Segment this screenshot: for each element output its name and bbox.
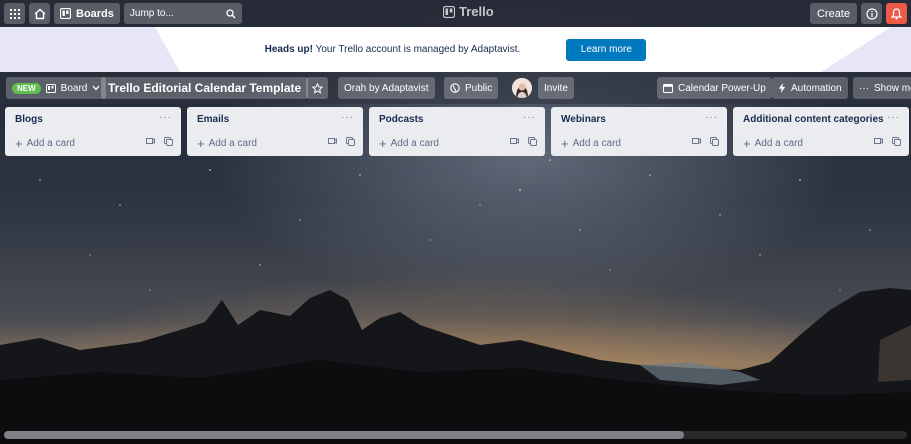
card-template-icon[interactable] [510, 137, 519, 145]
calendar-power-up-label: Calendar Power-Up [678, 82, 766, 94]
show-menu-button[interactable]: ··· Show me [853, 77, 911, 99]
more-dots-icon: ··· [859, 82, 869, 94]
card-template-icon[interactable] [328, 137, 337, 145]
list-title[interactable]: Webinars [561, 114, 606, 125]
workspace-label: Orah by Adaptavist [344, 82, 429, 94]
list-title[interactable]: Blogs [15, 114, 43, 125]
apps-grid-button[interactable] [4, 3, 25, 24]
board-view-icon [45, 83, 56, 93]
create-from-template-icon[interactable] [164, 137, 173, 146]
plus-icon: + [15, 135, 23, 151]
star-board-button[interactable] [306, 77, 328, 99]
horizontal-scrollbar-thumb[interactable] [4, 431, 684, 439]
automation-label: Automation [791, 82, 842, 94]
list-menu-icon[interactable]: ··· [887, 112, 900, 123]
banner-message: Heads up! Your Trello account is managed… [265, 44, 521, 55]
list-blogs[interactable]: Blogs ··· + Add a card [5, 107, 181, 156]
member-avatar[interactable] [512, 78, 532, 98]
create-from-template-icon[interactable] [346, 137, 355, 146]
invite-label: Invite [544, 82, 568, 94]
trello-logo[interactable]: Trello [443, 4, 494, 19]
list-title[interactable]: Emails [197, 114, 229, 125]
lightning-icon [778, 83, 786, 93]
plus-icon: + [379, 135, 387, 151]
board-view-label: Board [60, 82, 88, 94]
add-card-label: Add a card [754, 137, 803, 149]
board-title[interactable]: Trello Editorial Calendar Template [101, 77, 309, 99]
jump-to-placeholder: Jump to... [129, 8, 174, 19]
card-template-icon[interactable] [874, 137, 883, 145]
new-badge: NEW [12, 82, 41, 94]
add-card-button[interactable]: + Add a card [11, 135, 79, 151]
list-additional-content-categories[interactable]: Additional content categories ··· + Add … [733, 107, 909, 156]
add-card-label: Add a card [572, 137, 621, 149]
list-menu-icon[interactable]: ··· [523, 112, 536, 123]
list-emails[interactable]: Emails ··· + Add a card [187, 107, 363, 156]
chevron-down-icon [92, 85, 100, 91]
add-card-label: Add a card [208, 137, 257, 149]
brand-name: Trello [459, 4, 494, 19]
list-webinars[interactable]: Webinars ··· + Add a card [551, 107, 727, 156]
home-button[interactable] [29, 3, 50, 24]
list-title[interactable]: Additional content categories [743, 114, 884, 125]
board-view-switcher[interactable]: NEW Board [6, 77, 107, 99]
add-card-button[interactable]: + Add a card [557, 135, 625, 151]
board-header: NEW Board Trello Editorial Calendar Temp… [0, 72, 911, 104]
top-navigation-bar: Boards Jump to... Trello Create [0, 0, 911, 27]
create-from-template-icon[interactable] [710, 137, 719, 146]
learn-more-button[interactable]: Learn more [566, 38, 647, 61]
star-icon [311, 82, 323, 94]
banner-decoration-right [821, 27, 911, 72]
notifications-button[interactable] [886, 3, 907, 24]
workspace-button[interactable]: Orah by Adaptavist [338, 77, 435, 99]
trello-logo-icon [443, 5, 455, 18]
create-button[interactable]: Create [809, 3, 857, 24]
boards-icon [60, 8, 71, 19]
visibility-button[interactable]: Public [444, 77, 499, 99]
home-icon [34, 8, 45, 19]
add-card-button[interactable]: + Add a card [193, 135, 261, 151]
card-template-icon[interactable] [146, 137, 155, 145]
list-menu-icon[interactable]: ··· [159, 112, 172, 123]
plus-icon: + [743, 135, 751, 151]
automation-button[interactable]: Automation [772, 77, 848, 99]
avatar-image [512, 78, 532, 98]
boards-label: Boards [76, 7, 114, 20]
invite-button[interactable]: Invite [538, 77, 574, 99]
boards-button[interactable]: Boards [54, 3, 120, 24]
info-icon [865, 7, 878, 20]
calendar-icon [663, 84, 673, 93]
visibility-label: Public [465, 82, 493, 94]
list-menu-icon[interactable]: ··· [341, 112, 354, 123]
create-from-template-icon[interactable] [892, 137, 901, 146]
bell-icon [891, 7, 902, 20]
apps-grid-icon [9, 8, 20, 19]
banner-body: Your Trello account is managed by Adapta… [312, 44, 521, 55]
add-card-button[interactable]: + Add a card [739, 135, 807, 151]
card-template-icon[interactable] [692, 137, 701, 145]
show-menu-label: Show me [874, 82, 911, 94]
plus-icon: + [561, 135, 569, 151]
info-button[interactable] [861, 3, 882, 24]
globe-icon [450, 83, 460, 93]
add-card-label: Add a card [390, 137, 439, 149]
list-podcasts[interactable]: Podcasts ··· + Add a card [369, 107, 545, 156]
plus-icon: + [197, 135, 205, 151]
list-menu-icon[interactable]: ··· [705, 112, 718, 123]
banner-heading: Heads up! [264, 44, 313, 55]
managed-account-banner: Heads up! Your Trello account is managed… [0, 27, 911, 72]
add-card-label: Add a card [26, 137, 75, 149]
search-icon [226, 8, 236, 18]
banner-decoration-left [0, 27, 180, 72]
create-from-template-icon[interactable] [528, 137, 537, 146]
calendar-power-up-button[interactable]: Calendar Power-Up [657, 77, 772, 99]
jump-to-search[interactable]: Jump to... [123, 3, 242, 24]
list-title[interactable]: Podcasts [379, 114, 423, 125]
add-card-button[interactable]: + Add a card [375, 135, 443, 151]
